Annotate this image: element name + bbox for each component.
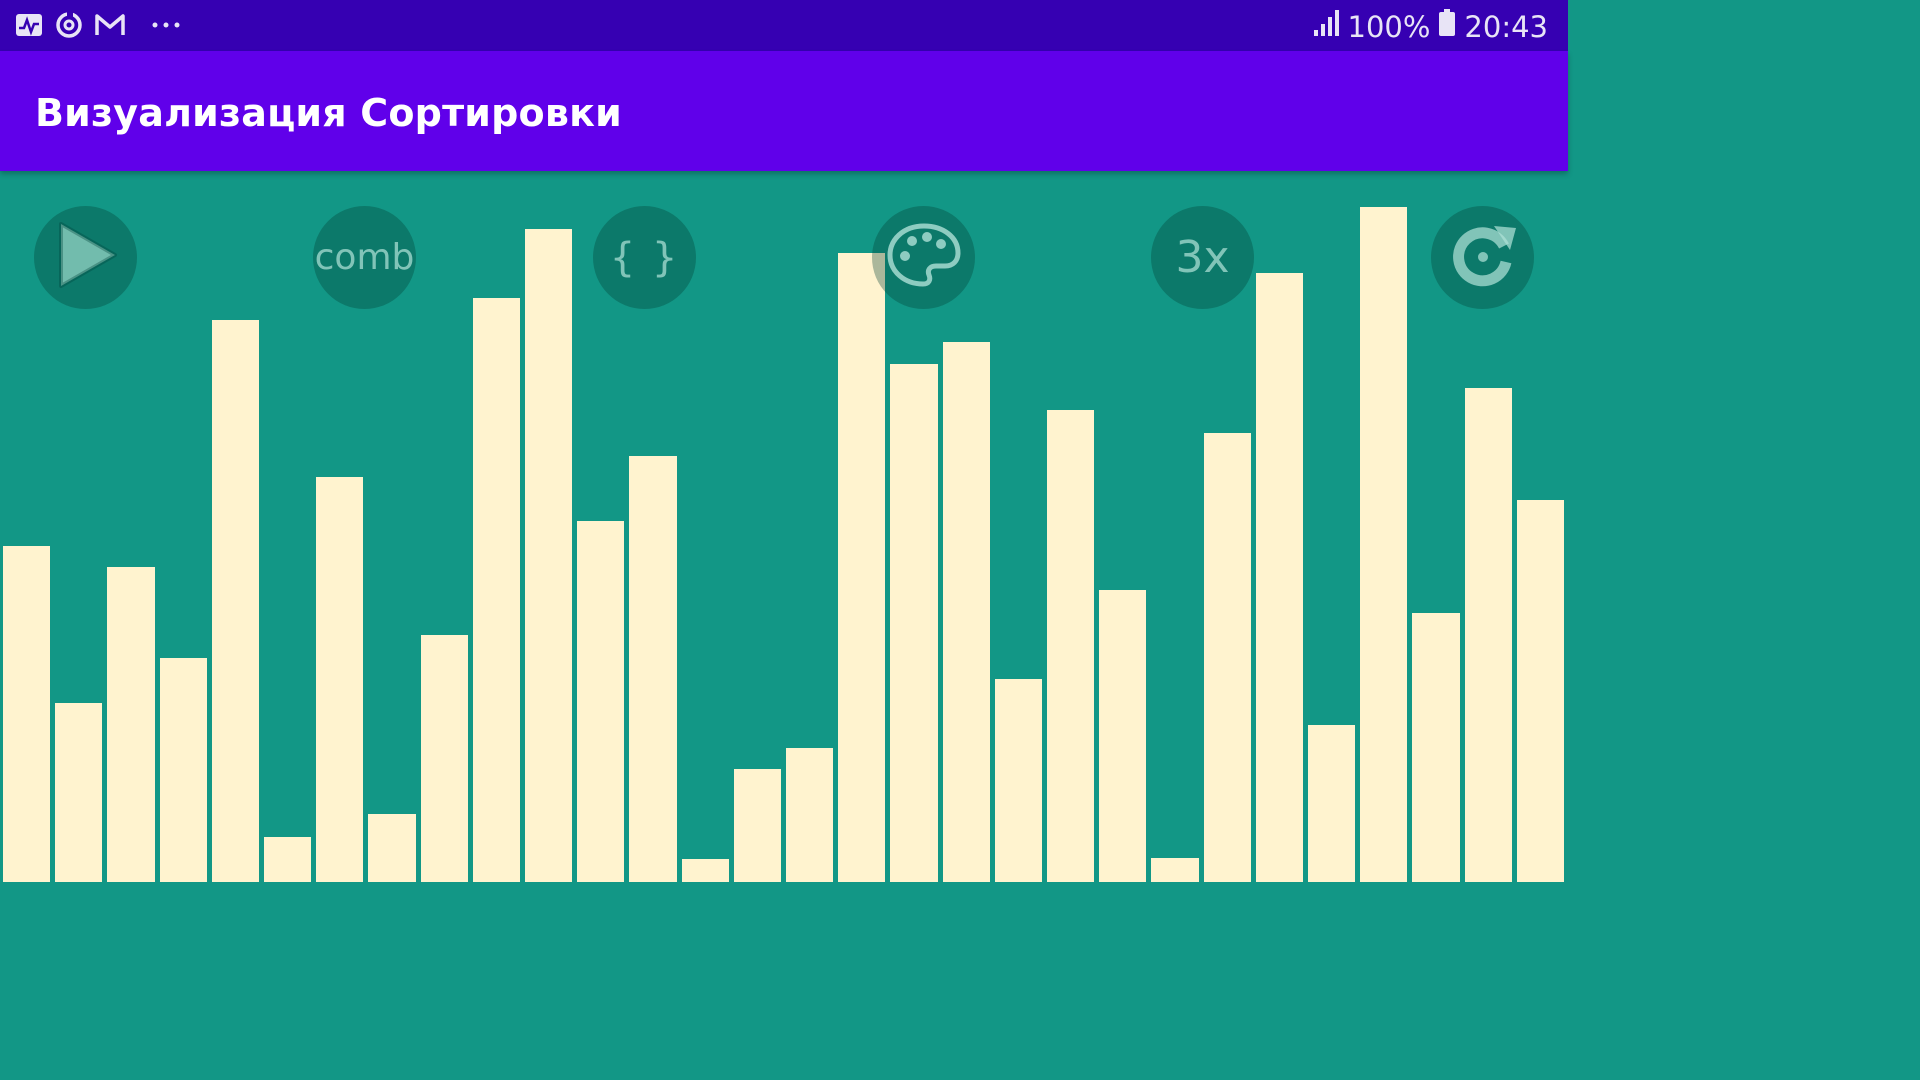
app-toolbar: Визуализация Сортировки	[0, 51, 1568, 171]
bar	[838, 253, 886, 882]
bar	[1151, 858, 1199, 882]
refresh-icon	[1446, 218, 1520, 297]
bar	[1203, 433, 1251, 882]
bar	[994, 679, 1042, 882]
status-bar-system: 100% 20:43	[1312, 8, 1548, 45]
bar	[681, 859, 729, 882]
bar	[1360, 207, 1408, 882]
app-title: Визуализация Сортировки	[35, 91, 622, 135]
mail-icon	[94, 10, 126, 45]
bar	[264, 837, 312, 882]
more-dots-icon	[150, 10, 184, 45]
color-theme-button[interactable]	[872, 206, 975, 309]
palette-icon	[885, 220, 963, 295]
status-bar-notifications	[14, 10, 184, 45]
bar	[1255, 273, 1303, 882]
sync-icon	[54, 10, 84, 45]
bar	[1516, 500, 1564, 882]
activity-icon	[14, 10, 44, 45]
sort-visualization-area: comb { } 3x	[0, 171, 1568, 882]
bar	[1308, 725, 1356, 882]
play-button[interactable]	[34, 206, 137, 309]
algorithm-label: comb	[314, 237, 415, 278]
bar	[55, 703, 103, 882]
bar	[942, 342, 990, 882]
bar	[1464, 388, 1512, 882]
code-button[interactable]: { }	[593, 206, 696, 309]
bar	[368, 814, 416, 882]
bar	[107, 567, 155, 882]
bar	[472, 298, 520, 882]
speed-button[interactable]: 3x	[1151, 206, 1254, 309]
bar	[420, 635, 468, 882]
bar	[3, 546, 51, 882]
bar	[1047, 410, 1095, 882]
battery-icon	[1438, 8, 1456, 45]
reset-button[interactable]	[1431, 206, 1534, 309]
bar	[525, 229, 573, 882]
code-label: { }	[609, 234, 680, 281]
speed-label: 3x	[1175, 232, 1230, 283]
bar	[1099, 590, 1147, 882]
algorithm-button[interactable]: comb	[313, 206, 416, 309]
bar	[733, 769, 781, 882]
bar	[786, 748, 834, 882]
bar-chart	[0, 171, 1568, 882]
bar	[890, 364, 938, 882]
clock: 20:43	[1464, 9, 1548, 44]
bar	[1412, 613, 1460, 882]
play-icon	[53, 220, 119, 295]
status-bar: 100% 20:43	[0, 0, 1568, 51]
bar	[316, 477, 364, 882]
bar	[211, 320, 259, 882]
signal-icon	[1312, 8, 1340, 45]
bar	[159, 658, 207, 882]
bar	[577, 521, 625, 882]
battery-percent: 100%	[1347, 9, 1431, 44]
bar	[629, 456, 677, 882]
